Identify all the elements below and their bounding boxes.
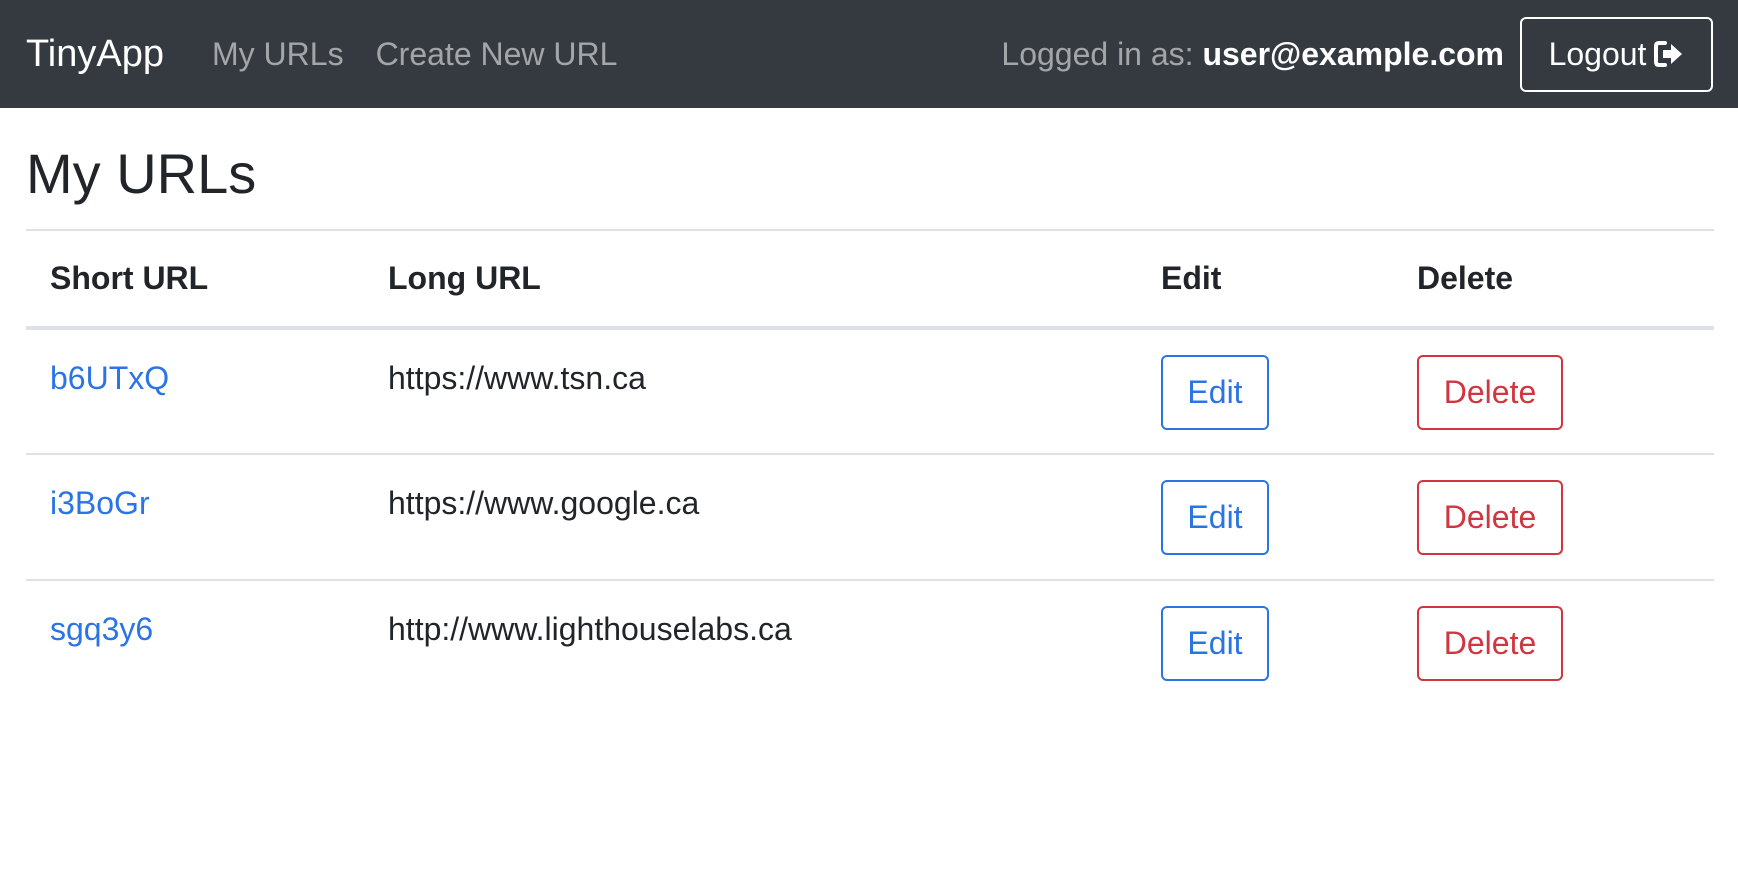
long-url-cell: https://www.google.ca [364, 454, 1137, 581]
header-short-url: Short URL [26, 229, 364, 330]
top-navbar: TinyApp My URLs Create New URL Logged in… [0, 0, 1738, 108]
nav-link-my-urls[interactable]: My URLs [212, 38, 344, 70]
user-email: user@example.com [1202, 36, 1504, 72]
short-url-cell: b6UTxQ [26, 328, 364, 455]
logged-in-status: Logged in as: user@example.com [1001, 38, 1504, 70]
table-row: i3BoGr https://www.google.ca Edit Delete [26, 454, 1714, 581]
edit-cell: Edit [1137, 328, 1393, 455]
table-header-row: Short URL Long URL Edit Delete [26, 229, 1714, 330]
long-url-cell: https://www.tsn.ca [364, 328, 1137, 455]
long-url-cell: http://www.lighthouselabs.ca [388, 611, 792, 647]
table-row: sgq3y6 http://www.lighthouselabs.ca Edit… [26, 580, 1714, 706]
delete-button[interactable]: Delete [1417, 355, 1563, 430]
delete-cell: Delete [1393, 580, 1714, 706]
delete-button[interactable]: Delete [1417, 606, 1563, 681]
table-row: b6UTxQ https://www.tsn.ca Edit Delete [26, 328, 1714, 455]
logged-in-label: Logged in as: [1001, 36, 1194, 72]
sign-out-icon [1654, 40, 1684, 68]
header-long-url: Long URL [364, 229, 1137, 330]
delete-cell: Delete [1393, 328, 1714, 455]
edit-cell: Edit [1137, 454, 1393, 581]
edit-button[interactable]: Edit [1161, 355, 1269, 430]
edit-button[interactable]: Edit [1161, 606, 1269, 681]
header-delete: Delete [1393, 229, 1714, 330]
header-edit: Edit [1137, 229, 1393, 330]
short-url-link[interactable]: sgq3y6 [50, 611, 153, 647]
main-content: My URLs Short URL Long URL Edit Delete b… [26, 108, 1714, 706]
edit-button[interactable]: Edit [1161, 480, 1269, 555]
nav-link-create-new-url[interactable]: Create New URL [376, 38, 618, 70]
page-title: My URLs [26, 142, 257, 205]
brand-logo[interactable]: TinyApp [26, 35, 164, 73]
short-url-cell: sgq3y6 [26, 580, 364, 706]
short-url-link[interactable]: b6UTxQ [50, 360, 169, 396]
edit-cell: Edit [1137, 580, 1393, 706]
short-url-link[interactable]: i3BoGr [50, 485, 150, 521]
logout-label: Logout [1548, 35, 1647, 72]
delete-cell: Delete [1393, 454, 1714, 581]
logout-button[interactable]: Logout [1520, 16, 1713, 92]
urls-table: Short URL Long URL Edit Delete b6UTxQ ht… [26, 229, 1714, 706]
delete-button[interactable]: Delete [1417, 480, 1563, 555]
short-url-cell: i3BoGr [26, 454, 364, 581]
